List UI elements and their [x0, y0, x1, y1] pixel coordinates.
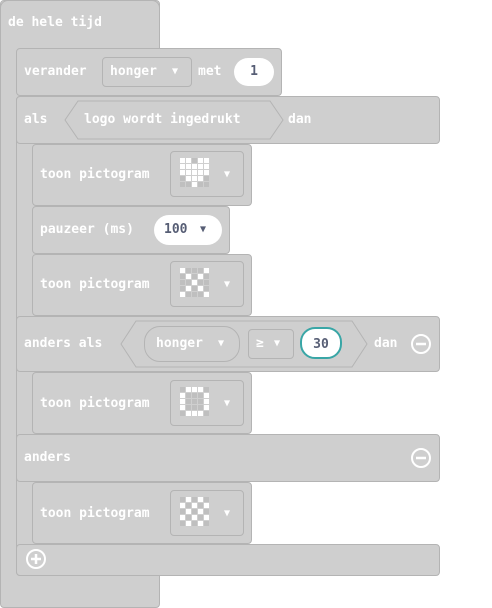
- if-else-footer: [16, 544, 440, 576]
- show-icon-label: toon pictogram: [40, 506, 150, 521]
- chevron-down-icon: ▼: [224, 398, 231, 409]
- remove-branch-icon[interactable]: [410, 333, 432, 355]
- comparison-value-input[interactable]: 30: [300, 327, 342, 359]
- else-if-label: anders als: [24, 336, 103, 351]
- variable-name: honger: [110, 64, 157, 79]
- chevron-down-icon: ▼: [200, 224, 207, 235]
- forever-label: de hele tijd: [8, 15, 102, 30]
- then-label: dan: [374, 336, 398, 351]
- led-pattern-icon: [180, 268, 209, 297]
- change-value-input[interactable]: 1: [234, 58, 274, 86]
- else-header[interactable]: [16, 434, 440, 482]
- pause-label: pauzeer (ms): [40, 222, 134, 237]
- else-label: anders: [24, 450, 71, 465]
- chevron-down-icon: ▼: [274, 338, 281, 349]
- heart-icon: [180, 158, 209, 187]
- chevron-down-icon: ▼: [224, 279, 231, 290]
- led-pattern-icon: [180, 387, 209, 416]
- show-icon-label: toon pictogram: [40, 167, 150, 182]
- chevron-down-icon: ▼: [218, 338, 225, 349]
- then-label: dan: [288, 112, 312, 127]
- add-branch-icon[interactable]: [25, 548, 47, 570]
- operator: ≥: [256, 336, 264, 351]
- remove-else-icon[interactable]: [410, 447, 432, 469]
- led-pattern-icon: [180, 497, 209, 526]
- condition-label: logo wordt ingedrukt: [84, 112, 241, 127]
- if-label: als: [24, 112, 48, 127]
- pause-value: 100: [164, 222, 188, 237]
- show-icon-label: toon pictogram: [40, 396, 150, 411]
- change-verb: verander: [24, 64, 87, 79]
- chevron-down-icon: ▼: [172, 66, 179, 77]
- chevron-down-icon: ▼: [224, 508, 231, 519]
- chevron-down-icon: ▼: [224, 169, 231, 180]
- variable-name: honger: [156, 336, 203, 351]
- with-label: met: [198, 64, 222, 79]
- show-icon-label: toon pictogram: [40, 277, 150, 292]
- operator-dropdown[interactable]: [248, 329, 294, 359]
